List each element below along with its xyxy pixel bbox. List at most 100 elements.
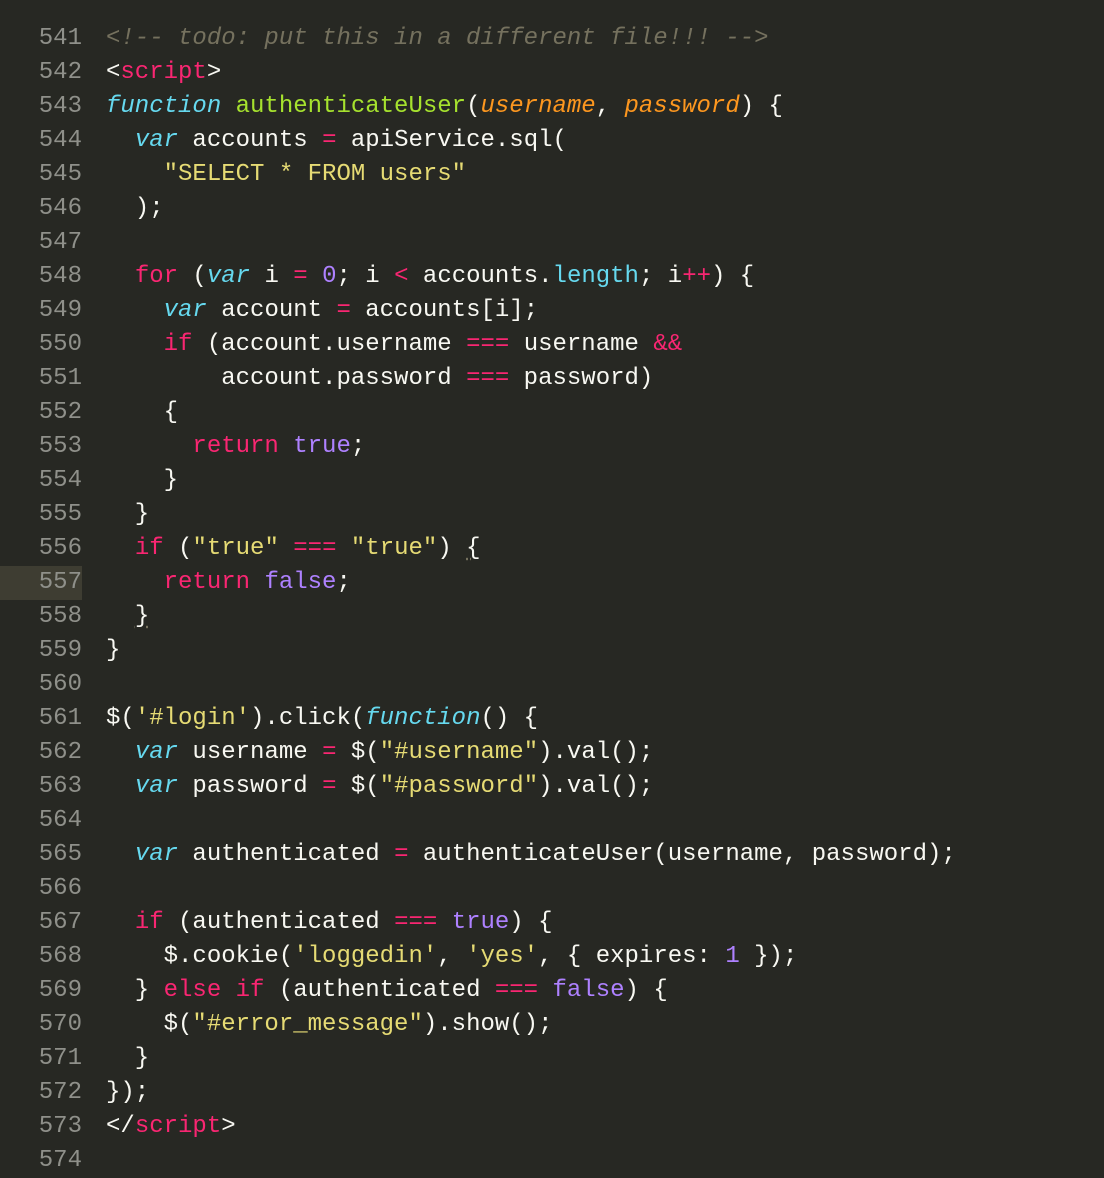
code-token [106,433,192,460]
code-line[interactable]: $("#error_message").show(); [106,1008,1104,1042]
code-token [336,535,350,562]
code-line[interactable]: return true; [106,430,1104,464]
line-number: 550 [0,328,82,362]
code-line[interactable] [106,804,1104,838]
code-line[interactable]: var account = accounts[i]; [106,294,1104,328]
code-token: ; i [337,263,395,290]
code-token: < [394,263,408,290]
code-line[interactable]: } [106,600,1104,634]
code-token: ) { [509,909,552,936]
code-line[interactable]: if (account.username === username && [106,328,1104,362]
code-token: script [120,59,206,86]
line-number: 546 [0,192,82,226]
code-token: <!-- todo: put this in a different file!… [106,25,769,52]
code-line[interactable] [106,1144,1104,1178]
code-token: === [466,331,509,358]
code-line[interactable]: } [106,1042,1104,1076]
code-token: && [653,331,682,358]
line-number: 555 [0,498,82,532]
code-line[interactable]: return false; [106,566,1104,600]
code-token: return [192,433,278,460]
line-number-gutter: 5415425435445455465475485495505515525535… [0,0,100,1168]
code-line[interactable]: function authenticateUser(username, pass… [106,90,1104,124]
code-token: username [509,331,653,358]
code-token: === [466,365,509,392]
code-token: var [135,127,178,154]
code-token: ) { [740,93,783,120]
code-token: if [135,909,164,936]
line-number: 542 [0,56,82,90]
code-line[interactable]: account.password === password) [106,362,1104,396]
code-token [250,569,264,596]
code-token: ) [437,535,466,562]
code-token: = [394,841,408,868]
code-token [106,263,135,290]
code-token [106,569,164,596]
code-line[interactable] [106,668,1104,702]
code-token: } [106,1045,149,1072]
code-line[interactable]: "SELECT * FROM users" [106,158,1104,192]
code-editor[interactable]: 5415425435445455465475485495505515525535… [0,0,1104,1168]
line-number: 543 [0,90,82,124]
code-token: === [495,977,538,1004]
code-line[interactable]: } [106,634,1104,668]
code-token: { [106,399,178,426]
code-token: username [178,739,322,766]
code-token: "#error_message" [192,1011,422,1038]
line-number: 544 [0,124,82,158]
code-line[interactable]: <!-- todo: put this in a different file!… [106,22,1104,56]
line-number: 559 [0,634,82,668]
code-token: > [207,59,221,86]
code-line[interactable]: var username = $("#username").val(); [106,736,1104,770]
code-token: ).val(); [538,773,653,800]
code-token: $( [106,705,135,732]
code-line[interactable]: { [106,396,1104,430]
code-token: "#username" [380,739,538,766]
code-line[interactable]: var authenticated = authenticateUser(use… [106,838,1104,872]
code-token: } [106,637,120,664]
code-token: i [250,263,293,290]
code-line[interactable]: } [106,464,1104,498]
code-token: = [322,127,336,154]
code-line[interactable]: } [106,498,1104,532]
code-line[interactable]: </script> [106,1110,1104,1144]
code-line[interactable]: ); [106,192,1104,226]
code-line[interactable]: var password = $("#password").val(); [106,770,1104,804]
code-token [106,161,164,188]
code-token: "true" [192,535,278,562]
code-line[interactable] [106,226,1104,260]
code-line[interactable]: var accounts = apiService.sql( [106,124,1104,158]
code-token: ; [351,433,365,460]
code-token: } [106,467,178,494]
code-token: return [164,569,250,596]
code-line[interactable]: if ("true" === "true") { [106,532,1104,566]
code-line[interactable]: <script> [106,56,1104,90]
code-token: "#password" [380,773,538,800]
code-token: script [135,1113,221,1140]
code-token [221,977,235,1004]
code-token [106,297,164,324]
code-line[interactable]: } else if (authenticated === false) { [106,974,1104,1008]
code-line[interactable]: if (authenticated === true) { [106,906,1104,940]
code-token [106,841,135,868]
line-number: 568 [0,940,82,974]
code-token: ).val(); [538,739,653,766]
code-token [106,603,135,630]
code-line[interactable]: $('#login').click(function() { [106,702,1104,736]
code-token: $( [336,739,379,766]
code-token: = [336,297,350,324]
line-number: 572 [0,1076,82,1110]
code-line[interactable]: for (var i = 0; i < accounts.length; i++… [106,260,1104,294]
code-line[interactable]: }); [106,1076,1104,1110]
code-token: = [322,773,336,800]
code-line[interactable]: $.cookie('loggedin', 'yes', { expires: 1… [106,940,1104,974]
code-token: $( [106,1011,192,1038]
code-line[interactable] [106,872,1104,906]
line-number: 571 [0,1042,82,1076]
line-number: 553 [0,430,82,464]
line-number: 564 [0,804,82,838]
code-token [106,739,135,766]
code-token: true [452,909,510,936]
code-content[interactable]: <!-- todo: put this in a different file!… [100,0,1104,1168]
code-token: } [135,603,149,630]
